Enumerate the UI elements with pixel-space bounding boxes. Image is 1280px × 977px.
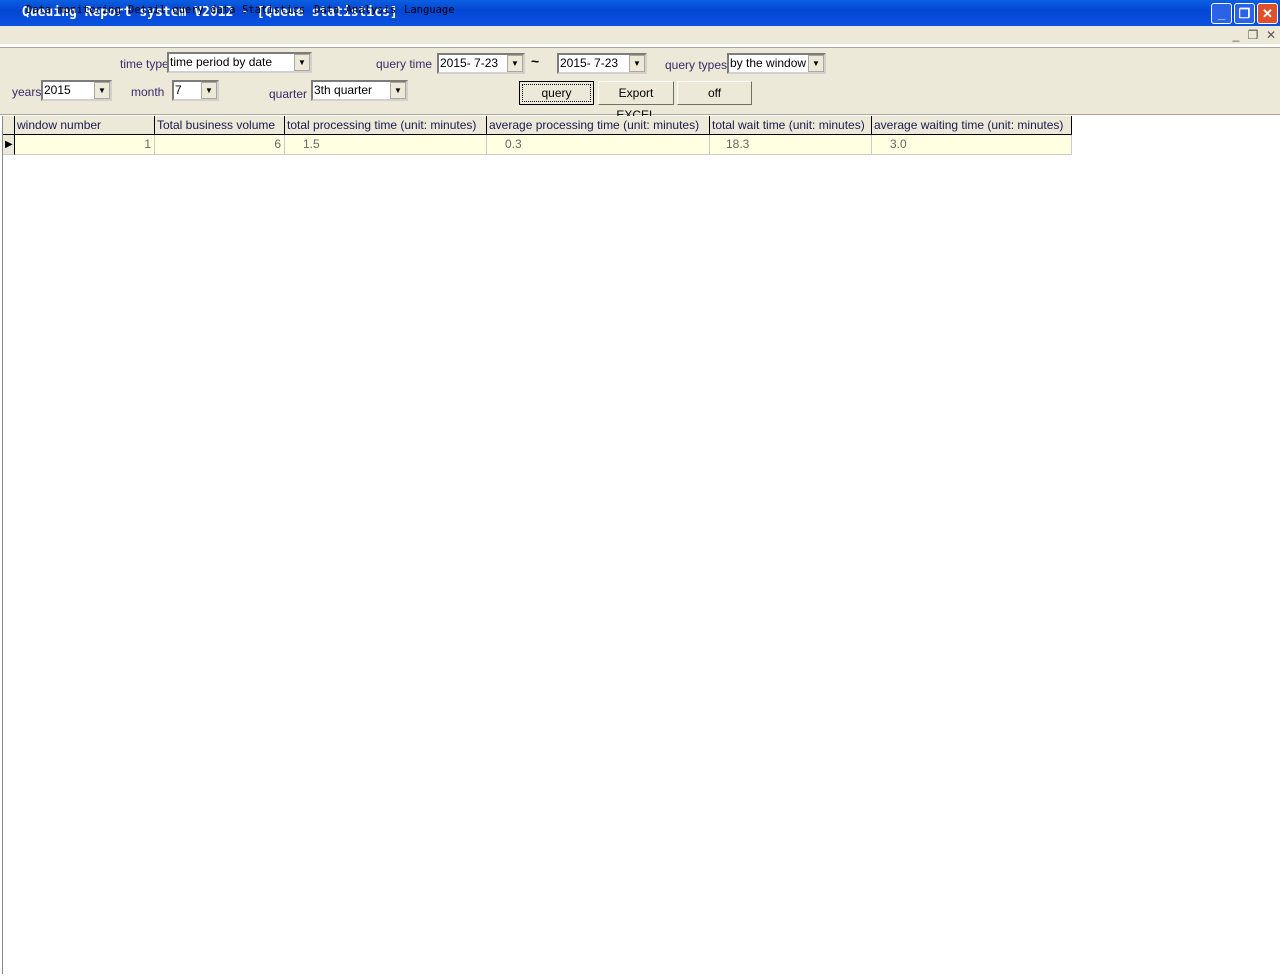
- table-cell[interactable]: 18.3: [710, 135, 872, 155]
- time-type-select[interactable]: time period by date ▼: [167, 52, 312, 73]
- table-cell[interactable]: 1.5: [285, 135, 487, 155]
- mdi-restore-button[interactable]: ❐: [1245, 28, 1261, 42]
- column-header[interactable]: average processing time (unit: minutes): [487, 116, 710, 135]
- quarter-value: 3th quarter: [314, 83, 373, 97]
- date-to-value: 2015- 7-23: [560, 56, 619, 70]
- years-label: years: [12, 85, 42, 99]
- off-button[interactable]: off: [677, 81, 752, 105]
- minimize-button[interactable]: _: [1211, 3, 1232, 24]
- date-from-picker[interactable]: 2015- 7-23 ▼: [437, 53, 525, 74]
- column-header[interactable]: window number: [15, 116, 155, 135]
- menu-bar: [0, 26, 1280, 46]
- chevron-down-icon[interactable]: ▼: [808, 55, 824, 72]
- table-cell[interactable]: 3.0: [872, 135, 1072, 155]
- menu-data-monitoring[interactable]: Data monitoring: [26, 4, 121, 16]
- menu-statistics[interactable]: Statistics: [242, 4, 305, 16]
- menu-detail-query-data[interactable]: Detail query data: [128, 4, 235, 16]
- close-button[interactable]: ✕: [1257, 3, 1278, 24]
- chevron-down-icon[interactable]: ▼: [294, 54, 310, 71]
- query-types-value: by the window: [730, 56, 807, 70]
- column-header[interactable]: total processing time (unit: minutes): [285, 116, 487, 135]
- date-from-value: 2015- 7-23: [440, 56, 499, 70]
- mdi-close-button[interactable]: ✕: [1263, 28, 1279, 42]
- month-select[interactable]: 7 ▼: [172, 80, 219, 101]
- month-label: month: [131, 85, 165, 99]
- chevron-down-icon[interactable]: ▼: [94, 82, 110, 99]
- time-type-label: time type: [120, 57, 169, 71]
- range-separator: ~: [531, 53, 540, 69]
- table-cell[interactable]: 1: [15, 135, 155, 155]
- mdi-minimize-button[interactable]: _: [1228, 28, 1244, 42]
- export-excel-button[interactable]: Export EXCEL: [598, 81, 674, 122]
- table-cell[interactable]: 0.3: [487, 135, 710, 155]
- column-header[interactable]: Total business volume: [155, 116, 285, 135]
- query-time-label: query time: [376, 57, 433, 71]
- menu-data-analysis[interactable]: Data Analysis: [314, 4, 396, 16]
- quarter-label: quarter: [269, 87, 308, 101]
- restore-button[interactable]: ❐: [1234, 3, 1255, 24]
- column-header[interactable]: total wait time (unit: minutes): [710, 116, 872, 135]
- row-indicator-header: [3, 116, 15, 135]
- query-button[interactable]: query: [519, 81, 594, 105]
- statistics-table: window number Total business volume tota…: [2, 116, 1280, 974]
- date-to-picker[interactable]: 2015- 7-23 ▼: [557, 53, 647, 74]
- table-cell[interactable]: 6: [155, 135, 285, 155]
- time-type-value: time period by date: [170, 55, 273, 69]
- menu-language[interactable]: Language: [404, 4, 455, 16]
- years-select[interactable]: 2015 ▼: [41, 80, 112, 101]
- chevron-down-icon[interactable]: ▼: [507, 55, 523, 72]
- chevron-down-icon[interactable]: ▼: [629, 55, 645, 72]
- query-types-label: query types: [665, 58, 728, 72]
- row-selector-arrow-icon[interactable]: ▶: [3, 135, 15, 155]
- chevron-down-icon[interactable]: ▼: [201, 82, 217, 99]
- month-value: 7: [175, 83, 182, 97]
- quarter-select[interactable]: 3th quarter ▼: [311, 80, 408, 101]
- chevron-down-icon[interactable]: ▼: [390, 82, 406, 99]
- years-value: 2015: [44, 83, 71, 97]
- query-types-select[interactable]: by the window ▼: [727, 53, 826, 74]
- column-header[interactable]: average waiting time (unit: minutes): [872, 116, 1072, 135]
